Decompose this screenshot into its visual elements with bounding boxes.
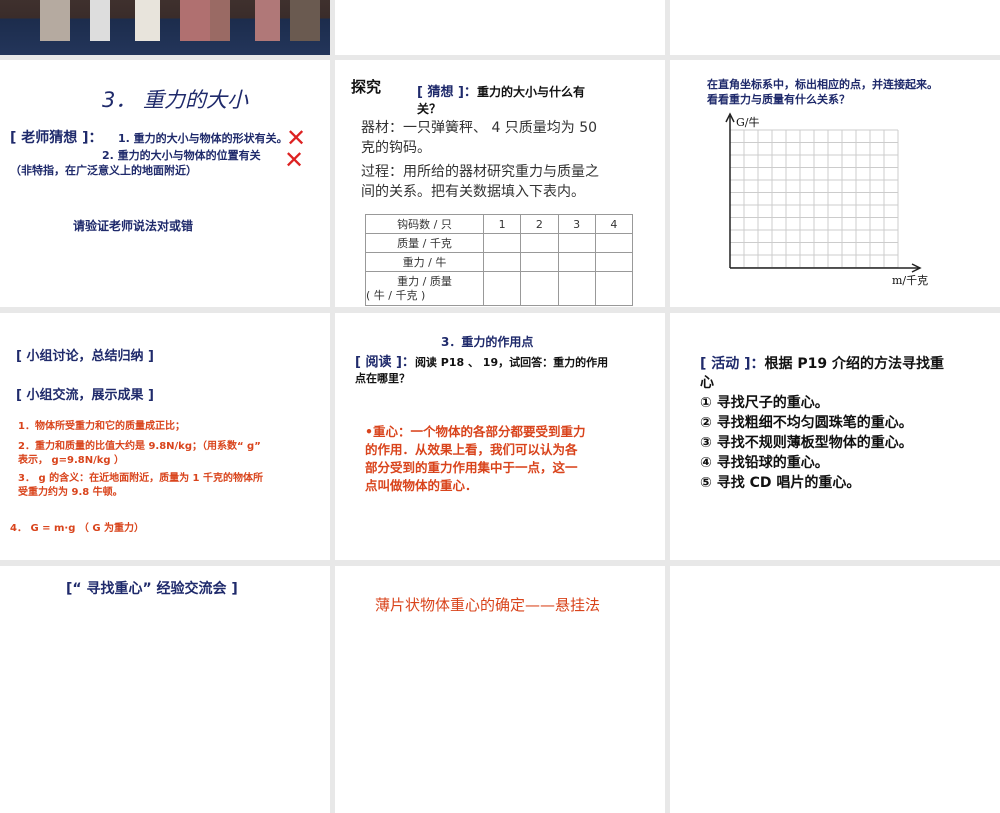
slide-activity[interactable]: [ 活动 ]：根据 P19 介绍的方法寻找重 心 ① 寻找尺子的重心。 ② 寻找… xyxy=(670,313,1000,560)
slide-title: [“ 寻找重心” 经验交流会 ] xyxy=(66,581,238,597)
y-axis-label: G/牛 xyxy=(736,116,760,129)
slide-hanging-method[interactable]: 薄片状物体重心的确定——悬挂法 xyxy=(335,566,665,813)
x-axis-label: m/千克 xyxy=(892,274,929,287)
guess-1: 1. 重力的大小与物体的形状有关。 xyxy=(118,132,288,145)
read-text: 阅读 P18 、 19，试回答：重力的作用 xyxy=(414,356,609,369)
conclusions: 1．物体所受重力和它的质量成正比； 2．重力和质量的比值大约是 9.8N/kg；… xyxy=(18,421,263,498)
note: （非特指，在广泛意义上的地面附近） xyxy=(10,164,197,177)
discussion-heading: [ 小组讨论，总结归纳 ] xyxy=(16,349,154,364)
slide-city-photo[interactable] xyxy=(0,0,330,55)
guess-text-2: 关？ xyxy=(417,102,442,116)
graph-instructions: 在直角坐标系中，标出相应的点，并连接起来。 看看重力与质量有什么关系？ xyxy=(707,78,938,106)
guess-2: 2. 重力的大小与物体的位置有关 xyxy=(102,149,261,162)
slide-title: 3．重力的作用点 xyxy=(441,335,534,349)
coordinate-grid xyxy=(725,112,922,273)
equipment-text: 器材：一只弹簧秤、 4 只质量均为 50 克的钩码。 xyxy=(361,120,598,156)
city-skyline-photo xyxy=(0,0,330,55)
slide-title: 3． 重力的大小 xyxy=(102,88,249,112)
read-label: [ 阅读 ]： xyxy=(355,355,415,370)
teacher-guess-label: [ 老师猜想 ]： xyxy=(10,130,103,146)
slide-graph[interactable]: 在直角坐标系中，标出相应的点，并连接起来。 看看重力与质量有什么关系？ G/牛 m… xyxy=(670,60,1000,307)
verify-text: 请验证老师说法对或错 xyxy=(73,219,194,233)
exchange-heading: [ 小组交流，展示成果 ] xyxy=(16,388,154,403)
center-of-gravity-definition: •重心：一个物体的各部分都要受到重力 的作用．从效果上看，我们可以认为各 部分受到的… xyxy=(365,424,586,493)
slide-blank-top-2[interactable] xyxy=(670,0,1000,55)
activity-list: 心 ① 寻找尺子的重心。 ② 寻找粗细不均匀圆珠笔的重心。 ③ 寻找不规则薄板型… xyxy=(700,375,913,491)
slide-summary[interactable]: [ 小组讨论，总结归纳 ] [ 小组交流，展示成果 ] 1．物体所受重力和它的质… xyxy=(0,313,330,560)
slide-explore[interactable]: 探究 [ 猜想 ]：重力的大小与什么有 关？ 器材：一只弹簧秤、 4 只质量均为… xyxy=(335,60,665,307)
slide-action-point[interactable]: 3．重力的作用点 [ 阅读 ]：阅读 P18 、 19，试回答：重力的作用 点在… xyxy=(335,313,665,560)
explore-heading: 探究 xyxy=(351,78,382,96)
slide-blank-top[interactable] xyxy=(335,0,665,55)
activity-text: 根据 P19 介绍的方法寻找重 xyxy=(764,356,945,372)
slide-exchange[interactable]: [“ 寻找重心” 经验交流会 ] xyxy=(0,566,330,813)
data-table: 钩码数 / 只1234 质量 / 千克 重力 / 牛 重力 / 质量( 牛 / … xyxy=(365,214,634,306)
cross-icon: ✕ xyxy=(284,146,305,174)
formula: 4． G = m·g （ G 为重力） xyxy=(10,523,145,534)
read-text-2: 点在哪里？ xyxy=(355,372,410,385)
slide-title: 薄片状物体重心的确定——悬挂法 xyxy=(375,596,601,614)
slide-gravity-size[interactable]: 3． 重力的大小 [ 老师猜想 ]： 1. 重力的大小与物体的形状有关。 2. … xyxy=(0,60,330,307)
slide-blank-bottom[interactable] xyxy=(670,566,1000,813)
process-text: 过程：用所给的器材研究重力与质量之 间的关系。把有关数据填入下表内。 xyxy=(361,164,599,200)
activity-label: [ 活动 ]： xyxy=(700,356,765,372)
guess-label: [ 猜想 ]： xyxy=(417,85,477,100)
guess-text: 重力的大小与什么有 xyxy=(476,85,585,99)
